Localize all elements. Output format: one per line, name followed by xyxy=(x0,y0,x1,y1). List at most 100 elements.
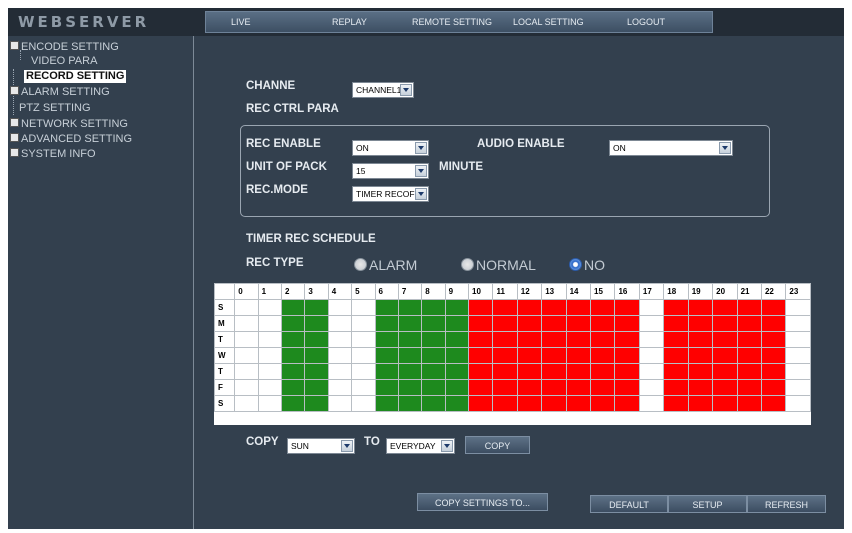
schedule-cell-none[interactable] xyxy=(327,299,353,316)
schedule-cell-normal[interactable] xyxy=(421,331,446,348)
schedule-cell-alarm[interactable] xyxy=(614,299,640,316)
schedule-cell-normal[interactable] xyxy=(444,395,470,412)
menu-live[interactable]: LIVE xyxy=(231,12,251,32)
schedule-cell-alarm[interactable] xyxy=(541,363,567,380)
schedule-cell-alarm[interactable] xyxy=(590,395,616,412)
menu-logout[interactable]: LOGOUT xyxy=(627,12,665,32)
rec-enable-select[interactable]: ON xyxy=(352,140,429,156)
schedule-cell-none[interactable] xyxy=(234,363,259,380)
schedule-cell-none[interactable] xyxy=(327,379,353,396)
expand-icon[interactable] xyxy=(10,41,19,50)
schedule-cell-none[interactable] xyxy=(257,315,283,332)
schedule-cell-alarm[interactable] xyxy=(712,347,738,364)
schedule-cell-alarm[interactable] xyxy=(614,395,640,412)
rec-mode-select[interactable]: TIMER RECOF xyxy=(352,186,429,202)
schedule-cell-alarm[interactable] xyxy=(687,347,714,364)
schedule-cell-alarm[interactable] xyxy=(736,363,762,380)
schedule-cell-alarm[interactable] xyxy=(468,379,494,396)
schedule-cell-alarm[interactable] xyxy=(565,299,592,316)
schedule-cell-alarm[interactable] xyxy=(760,315,787,332)
schedule-cell-alarm[interactable] xyxy=(516,363,543,380)
schedule-cell-alarm[interactable] xyxy=(736,331,762,348)
schedule-cell-none[interactable] xyxy=(234,299,259,316)
schedule-cell-alarm[interactable] xyxy=(516,331,543,348)
schedule-cell-alarm[interactable] xyxy=(565,379,592,396)
schedule-cell-alarm[interactable] xyxy=(590,315,616,332)
schedule-cell-normal[interactable] xyxy=(374,299,399,316)
schedule-cell-alarm[interactable] xyxy=(492,331,518,348)
schedule-cell-alarm[interactable] xyxy=(468,363,494,380)
schedule-cell-none[interactable] xyxy=(234,315,259,332)
schedule-cell-normal[interactable] xyxy=(444,299,470,316)
sidebar-item-encode-setting[interactable]: ENCODE SETTING xyxy=(10,41,119,54)
audio-enable-select[interactable]: ON xyxy=(609,140,733,156)
schedule-cell-alarm[interactable] xyxy=(468,315,494,332)
schedule-cell-normal[interactable] xyxy=(374,347,399,364)
schedule-cell-none[interactable] xyxy=(785,363,811,380)
schedule-cell-none[interactable] xyxy=(327,315,353,332)
schedule-cell-normal[interactable] xyxy=(281,363,306,380)
schedule-cell-normal[interactable] xyxy=(374,315,399,332)
schedule-cell-alarm[interactable] xyxy=(541,395,567,412)
copy-from-select[interactable]: SUN xyxy=(287,438,355,454)
copy-button[interactable]: COPY xyxy=(465,436,530,454)
schedule-cell-alarm[interactable] xyxy=(590,331,616,348)
schedule-cell-alarm[interactable] xyxy=(663,315,689,332)
schedule-cell-alarm[interactable] xyxy=(760,395,787,412)
menu-local-setting[interactable]: LOCAL SETTING xyxy=(513,12,584,32)
schedule-cell-none[interactable] xyxy=(351,395,376,412)
schedule-cell-alarm[interactable] xyxy=(614,363,640,380)
schedule-cell-none[interactable] xyxy=(638,331,665,348)
sidebar-item-alarm-setting[interactable]: ALARM SETTING xyxy=(10,86,110,99)
rec-type-normal-radio[interactable]: NORMAL xyxy=(461,257,536,273)
schedule-cell-normal[interactable] xyxy=(421,347,446,364)
schedule-cell-alarm[interactable] xyxy=(712,331,738,348)
schedule-cell-none[interactable] xyxy=(257,347,283,364)
schedule-cell-none[interactable] xyxy=(638,315,665,332)
schedule-cell-alarm[interactable] xyxy=(614,379,640,396)
schedule-cell-none[interactable] xyxy=(351,315,376,332)
schedule-cell-alarm[interactable] xyxy=(565,363,592,380)
schedule-cell-alarm[interactable] xyxy=(590,379,616,396)
schedule-cell-normal[interactable] xyxy=(374,363,399,380)
schedule-cell-none[interactable] xyxy=(351,331,376,348)
refresh-button[interactable]: REFRESH xyxy=(747,495,826,513)
schedule-cell-alarm[interactable] xyxy=(614,331,640,348)
schedule-cell-alarm[interactable] xyxy=(687,299,714,316)
schedule-cell-alarm[interactable] xyxy=(541,299,567,316)
schedule-cell-none[interactable] xyxy=(351,363,376,380)
sidebar-item-record-setting[interactable]: RECORD SETTING xyxy=(24,70,127,83)
schedule-cell-none[interactable] xyxy=(638,363,665,380)
schedule-cell-alarm[interactable] xyxy=(468,299,494,316)
schedule-cell-none[interactable] xyxy=(785,315,811,332)
schedule-cell-alarm[interactable] xyxy=(541,347,567,364)
schedule-cell-none[interactable] xyxy=(257,331,283,348)
schedule-cell-alarm[interactable] xyxy=(736,379,762,396)
schedule-cell-alarm[interactable] xyxy=(663,379,689,396)
schedule-cell-normal[interactable] xyxy=(397,395,423,412)
sidebar-item-ptz-setting[interactable]: PTZ SETTING xyxy=(19,102,91,115)
schedule-cell-normal[interactable] xyxy=(397,331,423,348)
schedule-cell-alarm[interactable] xyxy=(468,395,494,412)
schedule-cell-alarm[interactable] xyxy=(712,363,738,380)
schedule-cell-alarm[interactable] xyxy=(736,347,762,364)
schedule-cell-alarm[interactable] xyxy=(468,347,494,364)
schedule-cell-none[interactable] xyxy=(234,379,259,396)
schedule-cell-alarm[interactable] xyxy=(760,299,787,316)
schedule-cell-none[interactable] xyxy=(234,347,259,364)
schedule-cell-normal[interactable] xyxy=(374,379,399,396)
schedule-cell-normal[interactable] xyxy=(421,363,446,380)
expand-icon[interactable] xyxy=(10,118,19,127)
schedule-cell-normal[interactable] xyxy=(374,395,399,412)
schedule-cell-alarm[interactable] xyxy=(663,395,689,412)
schedule-cell-normal[interactable] xyxy=(304,347,329,364)
schedule-cell-alarm[interactable] xyxy=(516,379,543,396)
schedule-cell-normal[interactable] xyxy=(397,347,423,364)
schedule-cell-alarm[interactable] xyxy=(614,347,640,364)
schedule-cell-alarm[interactable] xyxy=(590,299,616,316)
schedule-cell-none[interactable] xyxy=(638,347,665,364)
schedule-cell-none[interactable] xyxy=(234,395,259,412)
schedule-cell-alarm[interactable] xyxy=(516,347,543,364)
schedule-cell-none[interactable] xyxy=(257,395,283,412)
schedule-cell-normal[interactable] xyxy=(421,315,446,332)
